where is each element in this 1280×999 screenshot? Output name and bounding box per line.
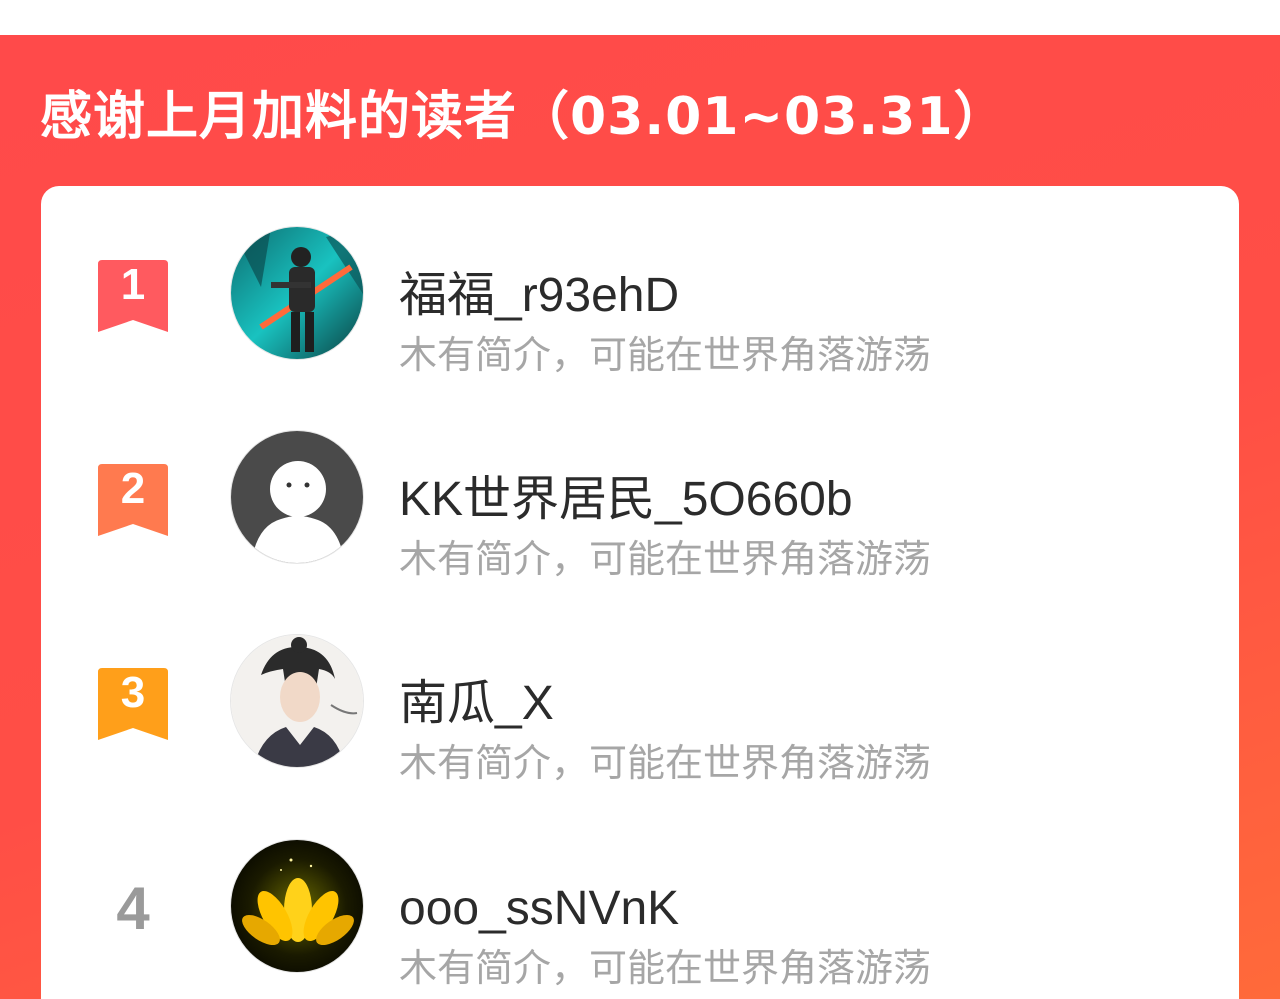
reader-name[interactable]: 福福_r93ehD [399, 268, 679, 324]
default-ghost-avatar-icon [231, 431, 363, 563]
avatar[interactable] [230, 839, 364, 973]
game-soldier-avatar-icon [231, 227, 363, 359]
list-item[interactable]: 2 KK世界居民_5O660b 木有简介，可能在世界角落游荡 [41, 430, 1239, 610]
avatar[interactable] [230, 430, 364, 564]
reader-bio: 木有简介，可能在世界角落游荡 [399, 946, 932, 990]
avatar[interactable] [230, 634, 364, 768]
reader-name[interactable]: KK世界居民_5O660b [399, 472, 853, 528]
panel-title: 感谢上月加料的读者（03.01~03.31） [40, 87, 1007, 147]
reader-bio: 木有简介，可能在世界角落游荡 [399, 537, 932, 581]
reader-bio: 木有简介，可能在世界角落游荡 [399, 741, 932, 785]
top-readers-panel: 感谢上月加料的读者（03.01~03.31） 1 福福_r93ehD 木有简介，… [0, 35, 1280, 999]
list-item[interactable]: 3 南瓜_X 木有简介，可能在世界角落游荡 [41, 634, 1239, 814]
list-item[interactable]: 1 福福_r93ehD 木有简介，可能在世界角落游荡 [41, 224, 1239, 404]
rank-ribbon-badge: 2 [98, 464, 168, 538]
avatar[interactable] [230, 226, 364, 360]
rank-number: 1 [120, 260, 146, 309]
rank-number: 2 [120, 464, 146, 513]
golden-lotus-avatar-icon [231, 840, 363, 972]
reader-name[interactable]: 南瓜_X [399, 676, 554, 732]
rank-number: 4 [116, 875, 150, 942]
list-item[interactable]: 4 ooo_ssNVnK 木有简介，可能在世界角落游荡 [41, 839, 1239, 999]
reader-list: 1 福福_r93ehD 木有简介，可能在世界角落游荡 2 KK世界居民_5O66… [41, 186, 1239, 999]
ink-portrait-avatar-icon [231, 635, 363, 767]
reader-name[interactable]: ooo_ssNVnK [399, 881, 679, 937]
rank-number: 3 [120, 668, 146, 717]
rank-ribbon-badge: 3 [98, 668, 168, 742]
rank-ribbon-badge: 1 [98, 260, 168, 334]
reader-bio: 木有简介，可能在世界角落游荡 [399, 333, 932, 377]
